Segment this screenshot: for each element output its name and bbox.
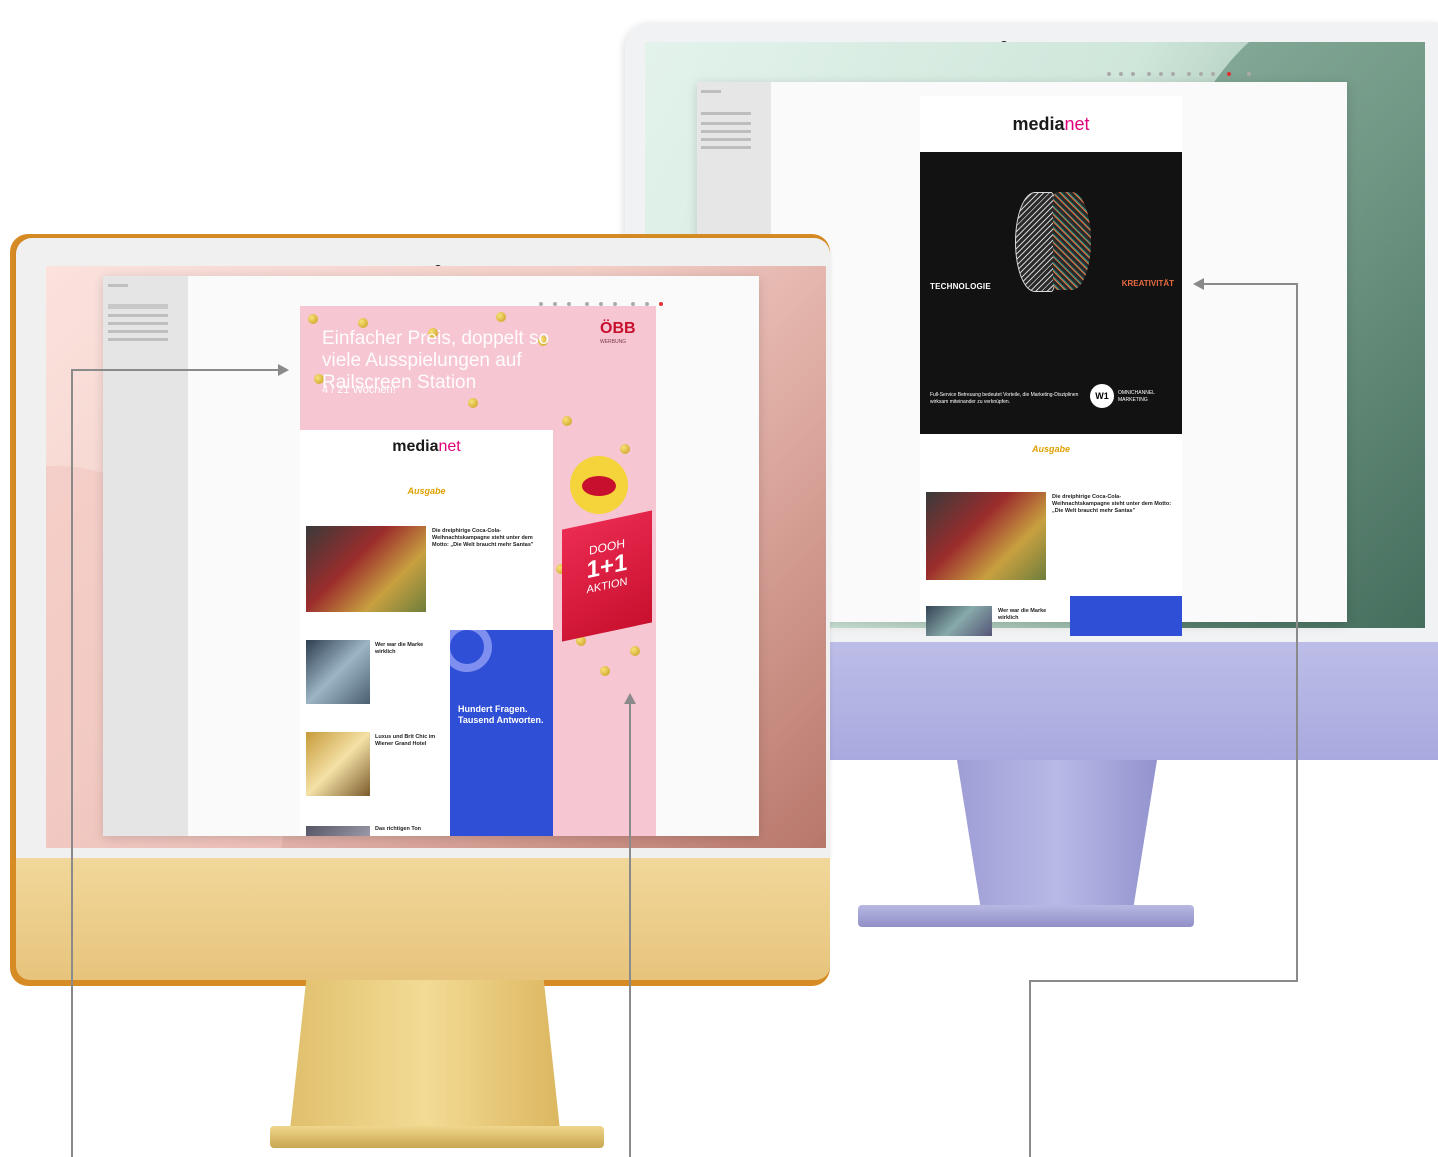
article-title[interactable]: Wer war die Marke wirklich [375,642,445,656]
sidebar-item[interactable] [108,314,168,317]
toolbar-icon[interactable] [1211,72,1215,76]
sponsor-name: OMNICHANNEL MARKETING [1118,390,1155,403]
article-title[interactable]: Die dreiphirige Coca-Cola-Weihnachtskamp… [1052,494,1176,515]
arrow-right-icon [278,364,289,376]
article-thumbnail[interactable] [926,606,992,636]
back-monitor-chin [797,642,1438,760]
sidebar-item[interactable] [108,322,168,325]
hero-banner[interactable]: TECHNOLOGIE KREATIVITÄT Full-Service Bet… [920,152,1182,434]
toolbar-icon[interactable] [1171,72,1175,76]
sidebar-item-selected[interactable] [108,304,168,309]
flag-icon[interactable] [1227,72,1231,76]
callout-line [1296,284,1298,982]
newsletter-logo: medianet [1012,114,1090,134]
window-controls[interactable] [108,284,128,287]
toolbar-icon[interactable] [1159,72,1163,76]
sidebar-item[interactable] [108,338,168,341]
sidebar-item[interactable] [701,112,751,115]
article-title[interactable]: Luxus und Brit Chic im Wiener Grand Hote… [375,734,445,748]
front-mail-window: Einfacher Preis, doppelt so viele Ausspi… [103,276,759,836]
front-monitor-stand [290,980,560,1130]
article-title[interactable]: Das richtigen Ton [375,826,445,833]
brain-left-illustration [1015,192,1055,292]
mascot-mouth-icon [582,476,616,496]
article-thumbnail[interactable] [306,526,426,612]
banner-ring-shape [450,630,492,672]
dooh-promo-badge: DOOH 1+1 AKTION [562,510,652,642]
article-thumbnail[interactable] [926,492,1046,580]
article-title[interactable]: Wer war die Marke wirklich [998,608,1068,622]
callout-line [71,369,279,371]
sidebar-item[interactable] [701,130,751,133]
toolbar-icon[interactable] [1107,72,1111,76]
callout-line [71,370,73,1157]
front-newsletter: medianet Ausgabe Die dreiphirige Coca-Co… [300,430,553,836]
sidebar-item[interactable] [108,330,168,333]
side-banner[interactable]: Hundert Fragen. Tausend Antworten. [450,630,553,836]
side-banner-text: Hundert Fragen. Tausend Antworten. [458,704,544,725]
toolbar-icon[interactable] [1147,72,1151,76]
toolbar-icon[interactable] [1131,72,1135,76]
back-monitor-foot [858,905,1194,927]
issue-label: Ausgabe [407,486,446,496]
front-monitor-foot [270,1126,604,1148]
front-monitor-chin [16,858,830,980]
toolbar-icon[interactable] [1247,72,1251,76]
hero-right-label: KREATIVITÄT [1121,279,1174,288]
callout-line [629,704,631,1157]
article-title[interactable]: Die dreiphirige Coca-Cola-Weihnachtskamp… [432,528,548,549]
flag-icon[interactable] [659,302,663,306]
obb-logo: ÖBB [600,320,636,337]
brain-right-illustration [1053,192,1091,290]
back-newsletter: medianet TECHNOLOGIE KREATIVITÄT Full-Se… [920,96,1182,636]
side-banner[interactable] [1070,596,1182,636]
ad-subline: 4 / 21 Wochen! [322,384,396,396]
sidebar-item[interactable] [701,146,751,149]
sponsor-logo: W1 [1090,384,1114,408]
newsletter-logo: medianet [392,438,461,455]
toolbar-icon[interactable] [1199,72,1203,76]
issue-label: Ausgabe [1031,444,1070,454]
hero-caption: Full-Service Betreuung bedeutet Vorteile… [930,392,1079,405]
obb-logo-sub: WERBUNG [600,339,627,345]
arrow-left-icon [1193,278,1204,290]
toolbar-icon[interactable] [1187,72,1191,76]
front-mail-sidebar [103,276,188,836]
article-thumbnail[interactable] [306,826,370,836]
callout-line [1029,980,1297,982]
hero-left-label: TECHNOLOGIE [930,282,991,291]
back-monitor-stand [957,760,1157,910]
article-thumbnail[interactable] [306,732,370,796]
back-toolbar [1107,72,1277,76]
callout-line [1204,283,1298,285]
window-controls[interactable] [701,90,721,93]
article-thumbnail[interactable] [306,640,370,704]
sidebar-item[interactable] [701,122,751,125]
sidebar-item[interactable] [701,138,751,141]
arrow-up-icon [624,693,636,704]
callout-line [1029,980,1031,1157]
toolbar-icon[interactable] [1119,72,1123,76]
